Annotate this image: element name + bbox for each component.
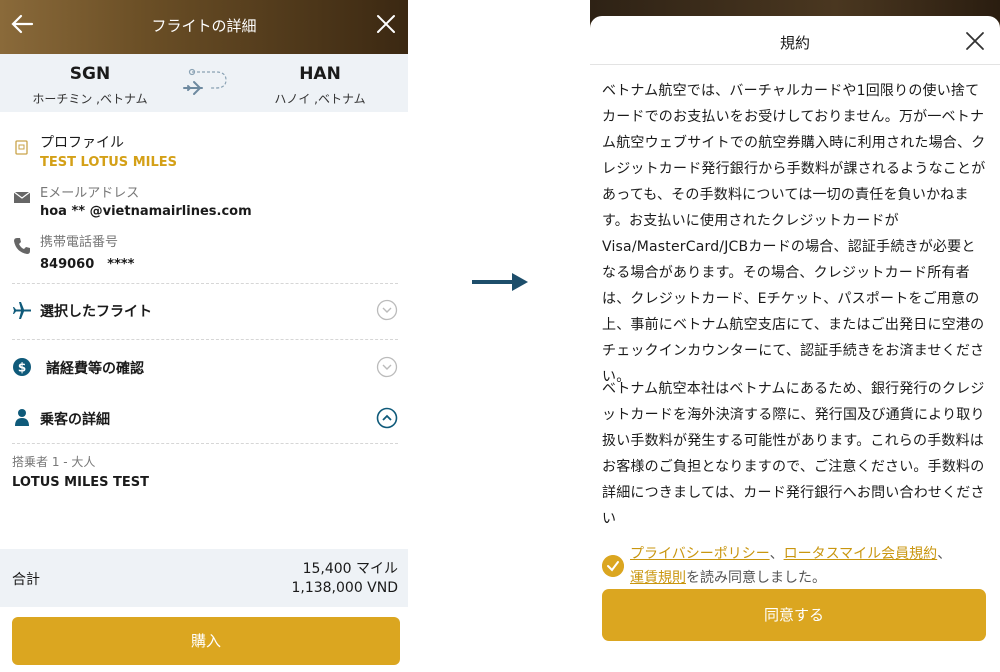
modal-title: 規約 — [779, 34, 810, 52]
origin-code: SGN — [69, 64, 111, 84]
check-icon[interactable] — [602, 555, 624, 577]
route-summary: SGN ホーチミン ,ベトナム HAN ハノイ ,ベトナム — [0, 54, 408, 112]
close-icon[interactable] — [964, 30, 986, 52]
origin-city: ホーチミン ,ベトナム — [32, 92, 148, 106]
page-title: フライトの詳細 — [151, 17, 257, 35]
passenger-name: LOTUS MILES TEST — [12, 475, 149, 490]
plane-icon — [13, 302, 31, 319]
fare-rules-link[interactable]: 運賃規則 — [630, 570, 686, 586]
dollar-icon: $ — [13, 358, 31, 376]
modal-divider — [590, 64, 1000, 65]
total-vnd: 1,138,000 VND — [291, 580, 398, 596]
profile-label: プロファイル — [40, 135, 124, 151]
separator: 、 — [769, 546, 784, 562]
section-selected-flight[interactable]: 選択したフライト — [40, 301, 152, 321]
agree-text: プライバシーポリシー、ロータスマイル会員規約、 運賃規則を読み同意しました。 — [630, 542, 992, 590]
terms-paragraph-1: ベトナム航空では、バーチャルカードや1回限りの使い捨てカードでのお支払いをお受け… — [602, 83, 986, 385]
passenger-type: 搭乗者 1 - 大人 — [12, 455, 96, 469]
divider — [12, 339, 398, 340]
profile-name: TEST LOTUS MILES — [40, 155, 177, 170]
chevron-up-icon[interactable] — [376, 407, 398, 429]
email-label: Eメールアドレス — [40, 186, 140, 201]
total-miles: 15,400 マイル — [302, 561, 398, 577]
arrow-right-icon — [472, 273, 528, 291]
terms-paragraph-2: ベトナム航空本社はベトナムにあるため、銀行発行のクレジットカードを海外決済する際… — [602, 381, 985, 527]
header-bar: フライトの詳細 — [0, 0, 408, 54]
terms-modal: 規約 ベトナム航空では、バーチャルカードや1回限りの使い捨てカードでのお支払いを… — [590, 16, 1000, 672]
email-value: hoa ** @vietnamairlines.com — [40, 204, 252, 219]
buy-button[interactable]: 購入 — [12, 617, 400, 665]
close-icon[interactable] — [374, 12, 398, 36]
phone-label: 携帯電話番号 — [40, 235, 119, 250]
plane-route-icon — [183, 68, 227, 95]
chevron-down-icon[interactable] — [376, 356, 398, 378]
divider — [12, 283, 398, 284]
terms-screen: 規約 ベトナム航空では、バーチャルカードや1回限りの使い捨てカードでのお支払いを… — [590, 0, 1000, 672]
agree-suffix: を読み同意しました。 — [686, 570, 826, 586]
total-label: 合計 — [12, 572, 40, 588]
chevron-down-icon[interactable] — [376, 299, 398, 321]
flight-details-screen: フライトの詳細 SGN ホーチミン ,ベトナム HAN ハノイ ,ベトナム プロ… — [0, 0, 408, 672]
section-fees[interactable]: 諸経費等の確認 — [46, 358, 144, 378]
person-icon — [15, 409, 29, 426]
section-passenger[interactable]: 乗客の詳細 — [40, 409, 110, 429]
destination-city: ハノイ ,ベトナム — [274, 92, 366, 106]
separator: 、 — [937, 546, 952, 562]
phone-value: 849060 **** — [40, 257, 135, 272]
svg-text:$: $ — [18, 361, 26, 375]
lotus-miles-terms-link[interactable]: ロータスマイル会員規約 — [784, 546, 938, 562]
divider — [12, 443, 398, 444]
privacy-policy-link[interactable]: プライバシーポリシー — [630, 546, 770, 562]
agree-button[interactable]: 同意する — [602, 589, 986, 641]
total-bar: 合計 15,400 マイル 1,138,000 VND — [0, 549, 408, 607]
mail-icon — [13, 191, 31, 203]
id-card-icon — [15, 140, 28, 155]
destination-code: HAN — [299, 64, 341, 84]
phone-icon — [14, 238, 30, 254]
